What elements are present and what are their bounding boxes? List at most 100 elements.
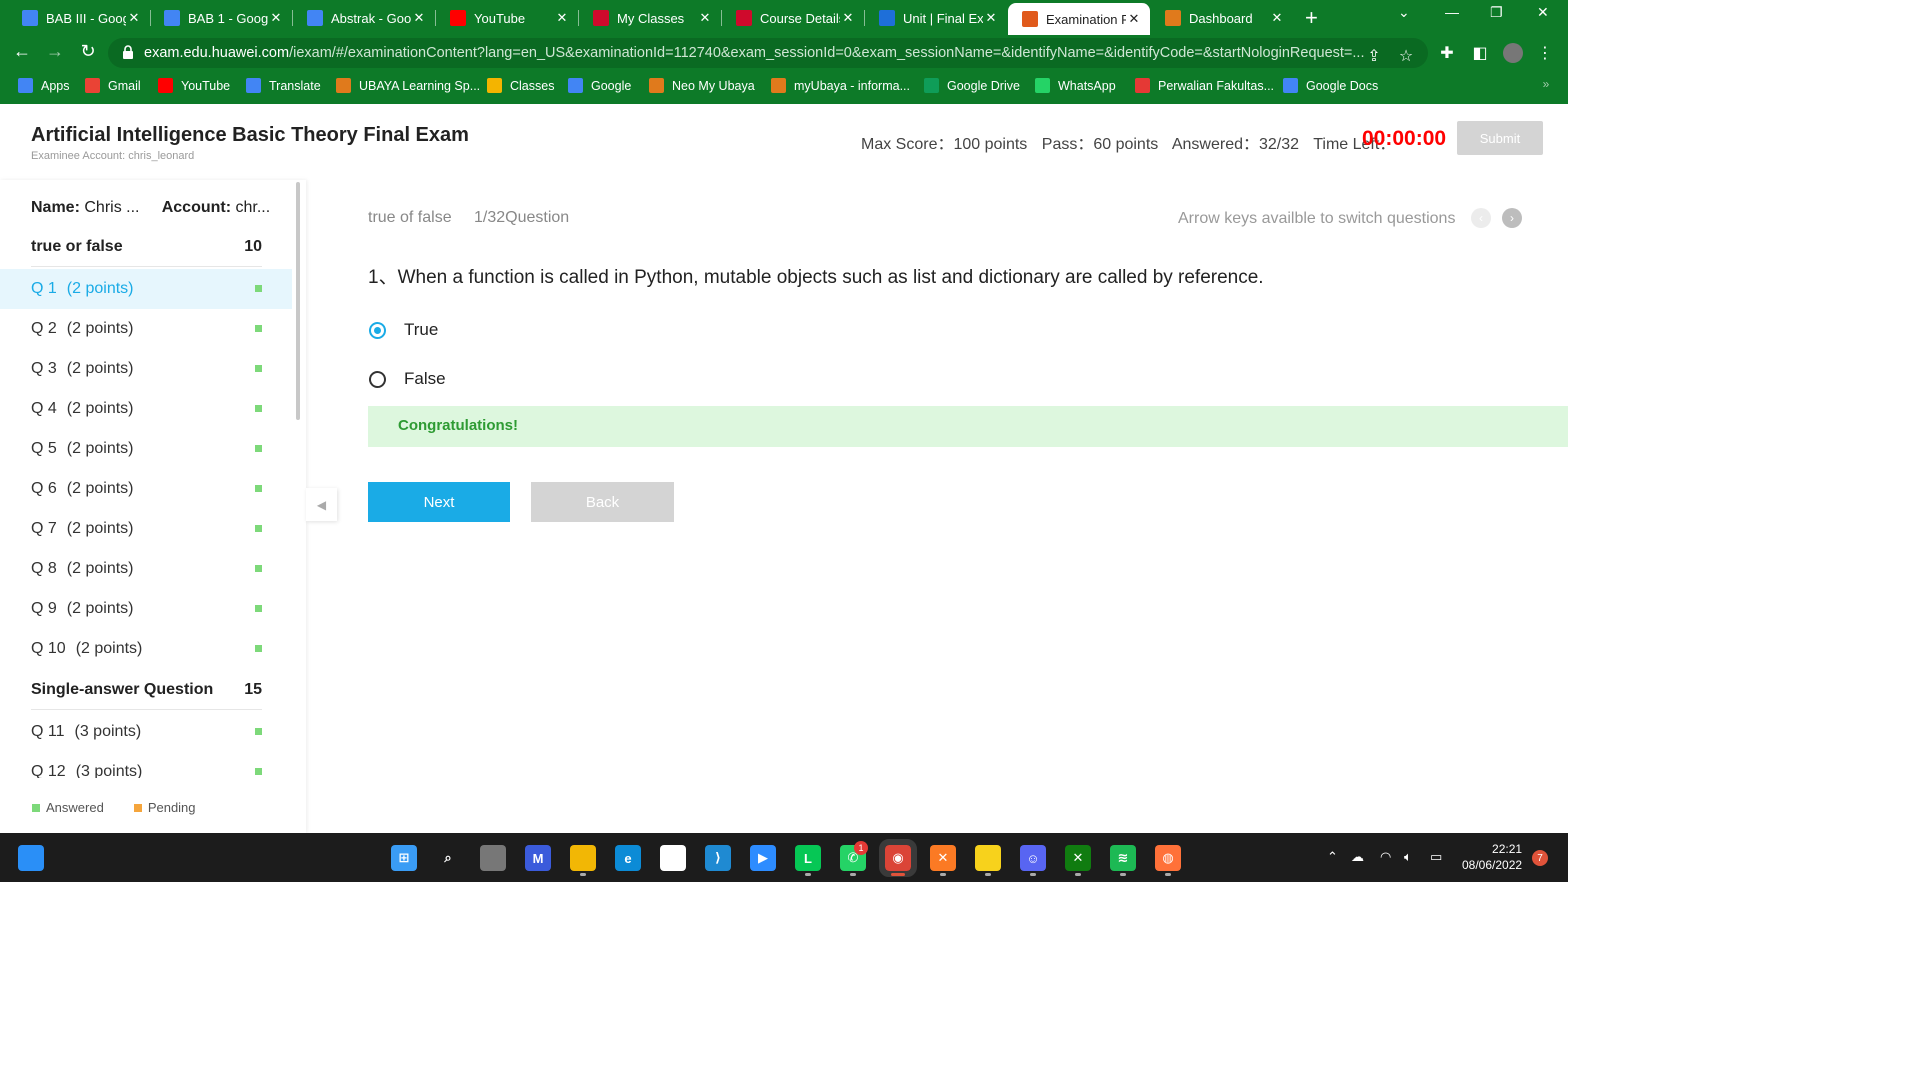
firefox-icon[interactable]: ◍ <box>1155 845 1181 871</box>
zoom-icon[interactable]: ▶ <box>750 845 776 871</box>
share-icon[interactable]: ⇪ <box>1364 46 1384 66</box>
bookmark-item[interactable]: Classes <box>487 78 554 93</box>
bookmark-item[interactable]: UBAYA Learning Sp... <box>336 78 480 93</box>
close-window-button[interactable]: ✕ <box>1537 4 1549 21</box>
bookmark-item[interactable]: Google Docs <box>1283 78 1378 93</box>
edge-icon[interactable]: e <box>615 845 641 871</box>
discord-icon[interactable]: ☺ <box>1020 845 1046 871</box>
system-clock[interactable]: 22:21 08/06/2022 <box>1462 841 1522 873</box>
tab-search-icon[interactable]: ⌄ <box>1398 4 1410 21</box>
browser-tab[interactable]: BAB 1 - Googl ✕ <box>150 3 292 33</box>
xbox-icon[interactable]: ✕ <box>1065 845 1091 871</box>
option-false[interactable]: False <box>369 369 446 389</box>
question-list-item[interactable]: Q 5 (2 points) <box>0 429 292 469</box>
question-list-item[interactable]: Q 4 (2 points) <box>0 389 292 429</box>
question-list[interactable]: Name: Chris ... Account: chr... true or … <box>0 180 292 778</box>
sidebar-scrollbar[interactable] <box>296 182 300 420</box>
close-tab-icon[interactable]: ✕ <box>840 10 856 26</box>
close-tab-icon[interactable]: ✕ <box>1126 11 1142 27</box>
question-list-item[interactable]: Q 6 (2 points) <box>0 469 292 509</box>
browser-tab[interactable]: YouTube ✕ <box>436 3 578 33</box>
collapse-sidebar-button[interactable]: ◀ <box>306 488 337 521</box>
reload-icon[interactable]: ↻ <box>76 41 100 62</box>
battery-icon[interactable]: ▭ <box>1430 849 1442 865</box>
bookmark-star-icon[interactable]: ☆ <box>1396 46 1416 66</box>
tray-chevron-icon[interactable]: ⌃ <box>1327 849 1338 865</box>
spotify-icon[interactable]: ≋ <box>1110 845 1136 871</box>
new-tab-button[interactable]: + <box>1305 5 1318 31</box>
question-list-item[interactable]: Q 7 (2 points) <box>0 509 292 549</box>
unit-icon <box>879 10 895 26</box>
bookmark-item[interactable]: Google <box>568 78 631 93</box>
close-tab-icon[interactable]: ✕ <box>554 10 570 26</box>
forward-arrow-icon[interactable]: → <box>43 41 67 62</box>
sticky-notes-icon[interactable] <box>975 845 1001 871</box>
profile-avatar[interactable] <box>1503 43 1523 63</box>
line-icon[interactable]: L <box>795 845 821 871</box>
previous-question-icon[interactable]: ‹ <box>1471 208 1491 228</box>
bookmark-item[interactable]: WhatsApp <box>1035 78 1116 93</box>
question-list-item[interactable]: Q 9 (2 points) <box>0 589 292 629</box>
ubaya-icon <box>649 78 664 93</box>
bookmark-item[interactable]: YouTube <box>158 78 230 93</box>
close-tab-icon[interactable]: ✕ <box>268 10 284 26</box>
more-bookmarks-icon[interactable]: » <box>1536 77 1556 97</box>
volume-icon[interactable]: 🔈︎ <box>1404 849 1412 865</box>
vscode-icon[interactable]: ⟩ <box>705 845 731 871</box>
browser-tab[interactable]: Course Details ✕ <box>722 3 864 33</box>
back-arrow-icon[interactable]: ← <box>10 41 34 62</box>
extensions-icon[interactable]: ✚ <box>1437 43 1457 63</box>
notification-badge[interactable]: 7 <box>1532 850 1548 866</box>
bookmark-item[interactable]: Gmail <box>85 78 141 93</box>
restore-button[interactable]: ❐ <box>1490 4 1503 21</box>
bookmark-item[interactable]: myUbaya - informa... <box>771 78 910 93</box>
submit-button[interactable]: Submit <box>1457 121 1543 155</box>
app-icon[interactable]: M <box>525 845 551 871</box>
question-list-item[interactable]: Q 8 (2 points) <box>0 549 292 589</box>
app-icon[interactable] <box>660 845 686 871</box>
side-panel-icon[interactable]: ◧ <box>1470 43 1490 63</box>
browser-tab[interactable]: BAB III - Goog ✕ <box>8 3 150 33</box>
close-tab-icon[interactable]: ✕ <box>126 10 142 26</box>
question-list-item[interactable]: Q 12 (3 points) <box>0 752 292 778</box>
tab-title: Dashboard <box>1189 10 1253 26</box>
minimize-button[interactable]: — <box>1445 4 1459 20</box>
back-button[interactable]: Back <box>531 482 674 522</box>
question-list-item[interactable]: Q 10 (2 points) <box>0 629 292 669</box>
bookmark-item[interactable]: Neo My Ubaya <box>649 78 755 93</box>
question-list-item[interactable]: Q 2 (2 points) <box>0 309 292 349</box>
windows-start-icon[interactable]: ⊞ <box>391 845 417 871</box>
question-list-item[interactable]: Q 11 (3 points) <box>0 712 292 752</box>
bookmark-item[interactable]: Translate <box>246 78 321 93</box>
browser-tab[interactable]: Dashboard ✕ <box>1151 3 1293 33</box>
option-true[interactable]: True <box>369 320 438 340</box>
bookmark-item[interactable]: Perwalian Fakultas... <box>1135 78 1274 93</box>
browser-tab[interactable]: Examination F ✕ <box>1008 3 1150 35</box>
next-question-icon[interactable]: › <box>1502 208 1522 228</box>
xampp-icon[interactable]: ✕ <box>930 845 956 871</box>
file-explorer-icon[interactable] <box>570 845 596 871</box>
close-tab-icon[interactable]: ✕ <box>983 10 999 26</box>
bookmark-item[interactable]: Google Drive <box>924 78 1020 93</box>
browser-tab[interactable]: My Classes ✕ <box>579 3 721 33</box>
close-tab-icon[interactable]: ✕ <box>1269 10 1285 26</box>
address-bar[interactable]: exam.edu.huawei.com/iexam/#/examinationC… <box>108 38 1428 68</box>
wifi-icon[interactable]: ◠ <box>1380 849 1391 865</box>
browser-tab[interactable]: Abstrak - Goo ✕ <box>293 3 435 33</box>
close-tab-icon[interactable]: ✕ <box>697 10 713 26</box>
task-view-icon[interactable] <box>480 845 506 871</box>
browser-tab[interactable]: Unit | Final Exa ✕ <box>865 3 1007 33</box>
search-icon[interactable]: ⌕ <box>435 845 461 871</box>
question-list-item[interactable]: Q 1 (2 points) <box>0 269 292 309</box>
question-list-item[interactable]: Q 3 (2 points) <box>0 349 292 389</box>
close-tab-icon[interactable]: ✕ <box>411 10 427 26</box>
exam-icon <box>1022 11 1038 27</box>
menu-kebab-icon[interactable]: ⋮ <box>1535 43 1555 63</box>
radio-button[interactable] <box>369 370 386 388</box>
bookmark-item[interactable]: Apps <box>18 78 70 93</box>
chrome-icon[interactable]: ◉ <box>879 839 917 877</box>
next-button[interactable]: Next <box>368 482 510 522</box>
onedrive-icon[interactable]: ☁ <box>1351 849 1364 865</box>
radio-button[interactable] <box>369 321 386 339</box>
widgets-icon[interactable] <box>18 845 44 871</box>
